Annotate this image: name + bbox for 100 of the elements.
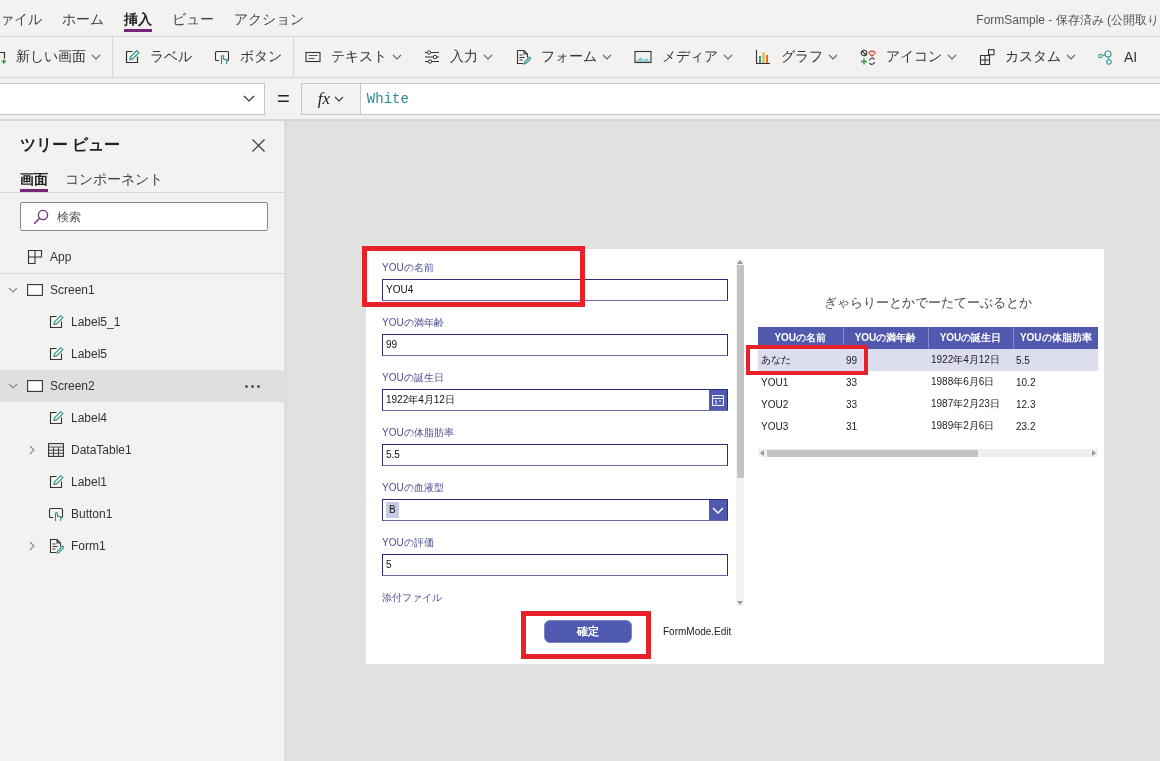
function-button[interactable]: fx [300, 82, 361, 115]
table-cell: あなた [758, 349, 843, 371]
dropdown-button[interactable] [709, 500, 727, 520]
table-cell: 10.2 [1013, 371, 1098, 393]
horizontal-scrollbar[interactable] [758, 449, 1098, 457]
column-header: YOUの誕生日 [928, 327, 1013, 349]
pencil-square-icon [48, 474, 64, 490]
hand-pointer-icon [214, 49, 230, 65]
more-icon[interactable] [245, 384, 260, 388]
chevron-down-icon[interactable] [8, 383, 18, 389]
toolbar-button[interactable]: グラフ [744, 43, 849, 71]
panel-title: ツリー ビュー [20, 135, 121, 155]
toolbar-button[interactable]: ラベル [113, 43, 203, 71]
tree-item[interactable]: Screen2 [0, 370, 284, 402]
text-field[interactable]: 5.5 [382, 444, 728, 466]
field-label: YOUの評価 [382, 536, 434, 549]
blocks-icon [979, 49, 995, 65]
tree-item[interactable]: DataTable1 [0, 434, 284, 466]
chevron-right-icon[interactable] [29, 445, 35, 455]
menu-tab[interactable]: ビュー [172, 0, 214, 32]
table-cell-text: 1987年2月23日 [930, 397, 1001, 411]
panel-tab[interactable]: コンポーネント [65, 169, 163, 192]
toolbar-button[interactable]: カスタム [968, 43, 1087, 71]
menu-tab[interactable]: ァイル [0, 0, 42, 32]
screen-plus-icon [0, 49, 6, 65]
rectangle-icon [27, 284, 43, 296]
arrow-left-icon[interactable] [760, 450, 764, 456]
chevron-down-icon [712, 506, 724, 514]
table-cell: 33 [843, 371, 928, 393]
table-cell-text: 33 [845, 397, 859, 412]
property-dropdown[interactable] [0, 82, 265, 115]
tree-item[interactable]: Label5 [0, 338, 284, 370]
search-field[interactable]: 検索 [20, 202, 268, 231]
menu-tab[interactable]: 挿入 [124, 0, 152, 32]
text-field[interactable]: 5 [382, 554, 728, 576]
tree-item[interactable]: Label5_1 [0, 306, 284, 338]
chevron-right-icon[interactable] [29, 541, 35, 551]
chevron-down-icon [243, 95, 255, 102]
table-cell: 5.5 [1013, 349, 1098, 371]
toolbar-button[interactable]: アイコン [849, 43, 968, 71]
toolbar-button[interactable]: AI [1087, 43, 1149, 71]
gallery-title: ぎゃらりーとかでーたてーぶるとか [823, 295, 1033, 311]
text-box-icon [305, 49, 321, 65]
calendar-button[interactable] [709, 390, 727, 410]
tree-item[interactable]: Label4 [0, 402, 284, 434]
calendar-icon [712, 394, 724, 406]
date-field[interactable]: 1922年4月12日 [382, 389, 728, 411]
field-label: YOUの誕生日 [382, 371, 444, 384]
arrow-down-icon[interactable] [737, 601, 743, 605]
text-field[interactable]: 99 [382, 334, 728, 356]
tree-item[interactable]: Button1 [0, 498, 284, 530]
scrollbar-thumb[interactable] [767, 449, 978, 457]
toolbar-button[interactable]: 新しい画面 [0, 43, 112, 71]
nodes-icon [1098, 49, 1114, 65]
document-pencil-icon [515, 49, 531, 65]
table-cell: 1988年6月6日 [928, 371, 1013, 393]
arrow-right-icon[interactable] [1092, 450, 1096, 456]
confirm-button[interactable]: 確定 [544, 620, 632, 643]
field-label: YOUの満年齢 [382, 316, 444, 329]
table-cell-text: YOU2 [760, 397, 790, 412]
tree-item[interactable]: Label1 [0, 466, 284, 498]
sliders-icon [424, 49, 440, 65]
field-label: YOUの体脂肪率 [382, 426, 454, 439]
menu-tab[interactable]: ホーム [62, 0, 104, 32]
tree-item[interactable]: App [0, 241, 284, 274]
panel-tab[interactable]: 画面 [20, 169, 48, 192]
pencil-square-icon [48, 410, 64, 426]
image-icon [634, 49, 652, 65]
menu-tab[interactable]: アクション [234, 0, 304, 32]
table-icon [48, 443, 64, 457]
rectangle-icon [27, 380, 43, 392]
table-cell-text: 1989年2月6日 [930, 419, 996, 433]
vertical-scrollbar[interactable] [736, 259, 744, 606]
toolbar-button[interactable]: テキスト [294, 43, 413, 71]
tree-item[interactable]: Form1 [0, 530, 284, 562]
table-cell-text: 12.3 [1015, 397, 1037, 412]
tree-item[interactable]: Screen1 [0, 274, 284, 306]
scrollbar-thumb[interactable] [736, 265, 744, 478]
symbols-icon [860, 49, 876, 65]
search-icon [33, 209, 49, 225]
close-icon[interactable] [252, 138, 265, 152]
table-cell: 1922年4月12日 [928, 349, 1013, 371]
hand-pointer-icon [48, 506, 64, 522]
toolbar-button[interactable]: ボタン [203, 43, 293, 71]
field-label: 添付ファイル [382, 591, 442, 604]
equals-sign: = [277, 86, 290, 111]
field-label: YOUの名前 [382, 261, 434, 274]
table-cell-text: 31 [845, 419, 859, 434]
formula-field[interactable]: White [360, 82, 1160, 115]
chevron-down-icon[interactable] [8, 287, 18, 293]
document-title: FormSample - 保存済み (公開取り [976, 12, 1160, 28]
dropdown-field[interactable]: B [382, 499, 728, 521]
table-cell-text: YOU3 [760, 419, 790, 434]
pencil-square-icon [48, 346, 64, 362]
toolbar-button[interactable]: フォーム [504, 43, 623, 71]
toolbar-button[interactable]: メディア [623, 43, 744, 71]
document-pencil-icon [48, 538, 64, 554]
toolbar-button[interactable]: 入力 [413, 43, 504, 71]
text-field[interactable]: YOU4 [382, 279, 728, 301]
arrow-up-icon[interactable] [737, 260, 743, 264]
